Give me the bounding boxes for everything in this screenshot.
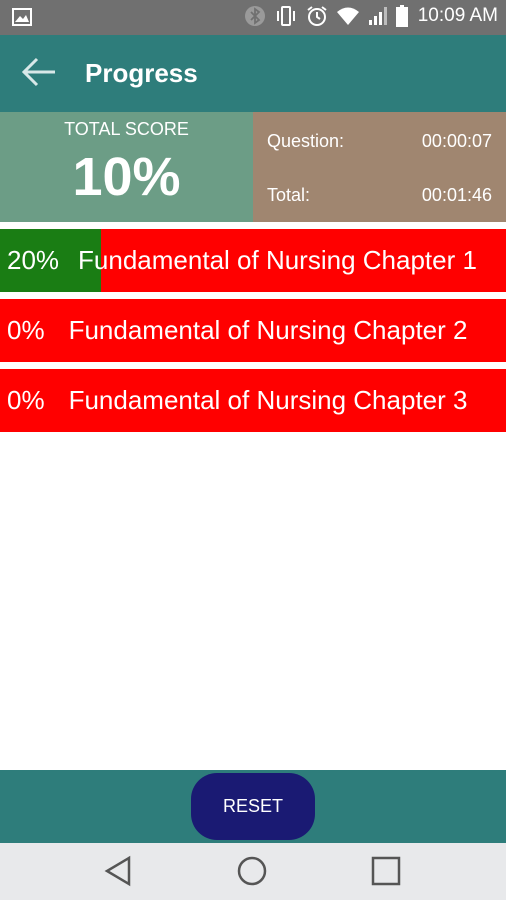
nav-back-button[interactable]	[100, 855, 136, 891]
chapter-list: 20% Fundamental of Nursing Chapter 1 0% …	[0, 229, 506, 439]
bluetooth-icon	[244, 5, 266, 27]
chapter-name: Fundamental of Nursing Chapter 1	[78, 245, 477, 275]
question-time-row: Question: 00:00:07	[267, 131, 492, 152]
nav-recents-button[interactable]	[368, 855, 404, 891]
chapter-row[interactable]: 20% Fundamental of Nursing Chapter 1	[0, 229, 506, 292]
question-time-value: 00:00:07	[421, 131, 492, 151]
battery-icon	[395, 5, 408, 27]
total-score-label: TOTAL SCORE	[64, 119, 189, 139]
status-bar: 10:09 AM	[0, 0, 506, 35]
timer-panel: Question: 00:00:07 Total: 00:01:46	[253, 112, 506, 222]
total-score-value: 10%	[72, 147, 181, 207]
nav-home-button[interactable]	[234, 855, 270, 891]
chapter-row[interactable]: 0% Fundamental of Nursing Chapter 2	[0, 299, 506, 362]
home-circle-icon	[236, 855, 268, 892]
chapter-name: Fundamental of Nursing Chapter 2	[68, 315, 468, 345]
arrow-left-icon	[21, 57, 57, 92]
chapter-percent: 0%	[7, 315, 45, 345]
chapter-percent: 20%	[7, 245, 60, 275]
navigation-bar	[0, 843, 506, 900]
page-title: Progress	[85, 58, 198, 88]
back-button[interactable]	[18, 53, 60, 95]
image-icon	[12, 8, 32, 26]
status-time: 10:09 AM	[417, 5, 498, 26]
chapter-percent: 0%	[7, 385, 45, 415]
total-time-row: Total: 00:01:46	[267, 185, 492, 206]
bottom-action-bar: RESET	[0, 770, 506, 843]
alarm-icon	[306, 5, 328, 27]
chapter-row[interactable]: 0% Fundamental of Nursing Chapter 3	[0, 369, 506, 432]
reset-button[interactable]: RESET	[191, 773, 315, 840]
chapter-name: Fundamental of Nursing Chapter 3	[68, 385, 468, 415]
total-time-label: Total:	[267, 185, 311, 205]
back-triangle-icon	[103, 855, 133, 892]
recents-square-icon	[371, 856, 401, 891]
total-score-panel: TOTAL SCORE 10%	[0, 112, 253, 222]
signal-icon	[368, 6, 388, 26]
question-time-label: Question:	[267, 131, 345, 151]
wifi-icon	[336, 6, 360, 26]
app-bar: Progress	[0, 35, 506, 112]
total-time-value: 00:01:46	[421, 185, 492, 205]
vibrate-icon	[274, 5, 298, 27]
